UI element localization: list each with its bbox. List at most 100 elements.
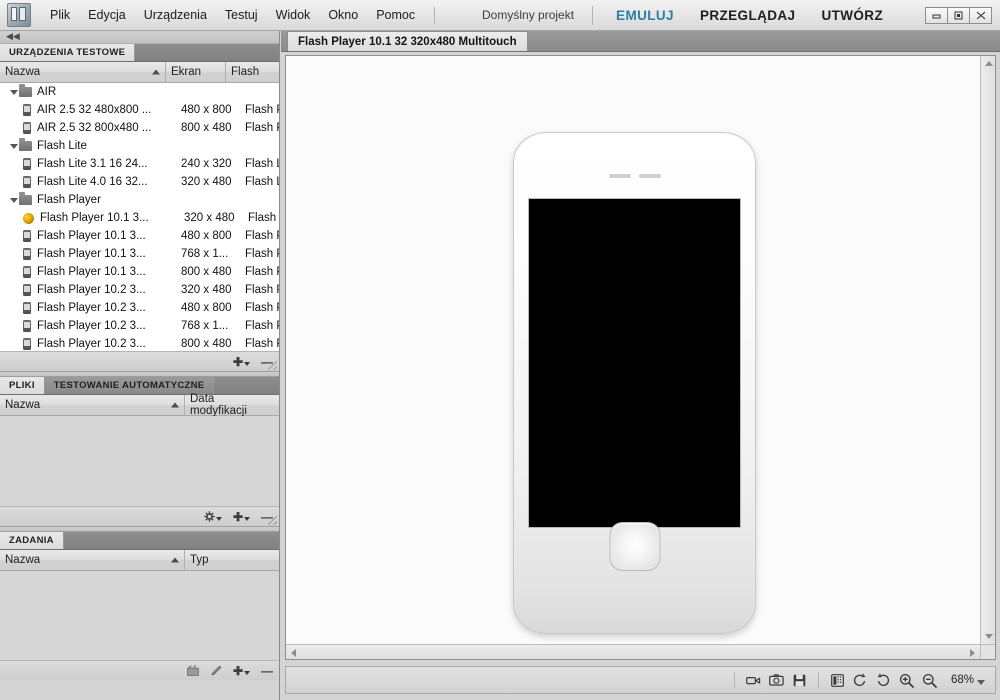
device-group-row[interactable]: Flash Lite: [0, 137, 279, 155]
scroll-right-icon[interactable]: [970, 649, 975, 657]
maximize-button[interactable]: [947, 6, 971, 24]
menu-edycja[interactable]: Edycja: [79, 4, 135, 26]
sort-ascending-icon: [171, 402, 179, 408]
device-name-cell: Flash Player 10.1 3...: [37, 266, 146, 278]
device-name-cell: Flash Lite 4.0 16 32...: [37, 176, 148, 188]
device-screen-cell: 480 x 800: [181, 302, 232, 314]
menu-plik[interactable]: Plik: [41, 4, 79, 26]
home-button[interactable]: [609, 522, 660, 571]
device-row[interactable]: Flash Lite 4.0 16 32... 320 x 480 Flash Li…: [0, 173, 279, 191]
document-tab-active[interactable]: Flash Player 10.1 32 320x480 Multitouch: [287, 31, 528, 51]
scroll-down-icon[interactable]: [985, 634, 993, 639]
tasks-list[interactable]: [0, 571, 279, 660]
device-screen[interactable]: [529, 199, 740, 527]
mode-tab-utworz[interactable]: UTWÓRZ: [808, 4, 896, 27]
devices-panel-toolbar: ✚ —: [0, 351, 279, 371]
zoom-out-button[interactable]: [920, 671, 939, 690]
column-header-nazwa-files[interactable]: Nazwa: [0, 395, 185, 415]
files-panel: PLIKI TESTOWANIE AUTOMATYCZNE Nazwa Data…: [0, 377, 279, 526]
device-row[interactable]: Flash Player 10.1 3... 768 x 1... Flash Pl…: [0, 245, 279, 263]
column-header-nazwa[interactable]: Nazwa: [0, 62, 166, 82]
mode-divider: [592, 5, 594, 25]
files-panel-toolbar: ✚ —: [0, 506, 279, 526]
column-header-nazwa-tasks[interactable]: Nazwa: [0, 550, 185, 570]
panel-resize-grip[interactable]: [268, 361, 277, 370]
menu-urzadzenia[interactable]: Urządzenia: [135, 4, 216, 26]
device-screen-cell: 768 x 1...: [181, 248, 229, 260]
device-row[interactable]: Flash Player 10.2 3... 800 x 480 Flash Pla…: [0, 335, 279, 351]
screenshot-button[interactable]: [767, 671, 786, 690]
column-label-flash: Flash: [231, 66, 260, 78]
column-label-ekran: Ekran: [171, 66, 202, 78]
device-flash-cell: Flash Play: [245, 284, 279, 296]
device-icon: [23, 104, 31, 116]
column-header-flash[interactable]: Flash: [226, 62, 279, 82]
zoom-dropdown-caret-icon[interactable]: [977, 679, 985, 685]
rotate-left-button[interactable]: [851, 671, 870, 690]
column-header-typ[interactable]: Typ: [185, 550, 279, 570]
menu-widok[interactable]: Widok: [267, 4, 320, 26]
menu-testuj[interactable]: Testuj: [216, 4, 267, 26]
scroll-left-icon[interactable]: [291, 649, 296, 657]
expand-triangle-icon[interactable]: [8, 143, 19, 149]
document-tabstrip: Flash Player 10.1 32 320x480 Multitouch: [281, 31, 1000, 52]
device-row[interactable]: AIR 2.5 32 800x480 ... 800 x 480 Flash Pla…: [0, 119, 279, 137]
tab-urzadzenia-testowe[interactable]: URZĄDZENIA TESTOWE: [0, 44, 136, 61]
menu-pomoc[interactable]: Pomoc: [367, 4, 424, 26]
device-group-row[interactable]: AIR: [0, 83, 279, 101]
column-header-data-modyfikacji[interactable]: Data modyfikacji: [185, 393, 279, 417]
device-name-cell: AIR 2.5 32 480x800 ...: [37, 104, 152, 116]
collapse-panels-strip[interactable]: ◀◀: [0, 31, 279, 44]
rotate-right-button[interactable]: [874, 671, 893, 690]
record-task-button[interactable]: [187, 665, 199, 676]
files-list[interactable]: [0, 416, 279, 506]
remove-task-button[interactable]: —: [261, 665, 273, 677]
device-row[interactable]: Flash Player 10.2 3... 768 x 1... Flash Pl…: [0, 317, 279, 335]
phone-emulator[interactable]: [513, 132, 756, 634]
device-group-row[interactable]: Flash Player: [0, 191, 279, 209]
canvas-vertical-scrollbar[interactable]: [980, 56, 995, 644]
expand-triangle-icon[interactable]: [8, 89, 19, 95]
tabstrip-filler: [135, 44, 279, 61]
mode-tab-emuluj[interactable]: EMULUJ: [603, 4, 687, 27]
device-row[interactable]: Flash Player 10.1 3... 480 x 800 Flash Pla…: [0, 227, 279, 245]
tab-pliki[interactable]: PLIKI: [0, 377, 45, 394]
device-row[interactable]: AIR 2.5 32 480x800 ... 480 x 800 Flash Pla…: [0, 101, 279, 119]
folder-icon: [19, 138, 32, 151]
record-video-button[interactable]: [744, 671, 763, 690]
tab-zadania[interactable]: ZADANIA: [0, 532, 64, 549]
settings-button[interactable]: [204, 511, 222, 522]
emulator-canvas-container: [285, 55, 996, 660]
zoom-in-button[interactable]: [897, 671, 916, 690]
files-column-header: Nazwa Data modyfikacji: [0, 393, 279, 417]
device-screen-cell: 800 x 480: [181, 122, 232, 134]
device-name-cell: Flash Player 10.1 3...: [40, 212, 149, 224]
device-row[interactable]: Flash Player 10.2 3... 320 x 480 Flash Pla…: [0, 281, 279, 299]
save-button[interactable]: [790, 671, 809, 690]
add-device-button[interactable]: ✚: [233, 356, 250, 368]
mode-tab-przegladaj[interactable]: PRZEGLĄDAJ: [687, 4, 809, 27]
close-button[interactable]: [969, 6, 993, 24]
scroll-up-icon[interactable]: [985, 61, 993, 66]
device-icon: [23, 338, 31, 350]
devices-list[interactable]: AIR AIR 2.5 32 480x800 ... 480 x 800 Flash …: [0, 83, 279, 351]
canvas-horizontal-scrollbar[interactable]: [286, 644, 980, 659]
device-row[interactable]: Flash Player 10.1 3... 800 x 480 Flash Pla…: [0, 263, 279, 281]
minimize-button[interactable]: [925, 6, 949, 24]
device-row[interactable]: Flash Player 10.2 3... 480 x 800 Flash Pla…: [0, 299, 279, 317]
add-task-button[interactable]: ✚: [233, 665, 250, 677]
menu-okno[interactable]: Okno: [319, 4, 367, 26]
tab-testowanie-automatyczne[interactable]: TESTOWANIE AUTOMATYCZNE: [44, 377, 215, 394]
device-row[interactable]: Flash Player 10.1 3... 320 x 480 Flash Pla…: [0, 209, 279, 227]
expand-triangle-icon[interactable]: [8, 197, 19, 203]
panel-resize-grip[interactable]: [268, 516, 277, 525]
add-file-button[interactable]: ✚: [233, 511, 250, 523]
device-info-button[interactable]: [828, 671, 847, 690]
edit-task-button[interactable]: [210, 665, 222, 677]
column-label-nazwa: Nazwa: [5, 66, 41, 78]
emulator-canvas[interactable]: [286, 56, 980, 644]
tasks-column-header: Nazwa Typ: [0, 550, 279, 571]
device-icon: [23, 266, 31, 278]
device-row[interactable]: Flash Lite 3.1 16 24... 240 x 320 Flash Li…: [0, 155, 279, 173]
column-header-ekran[interactable]: Ekran: [166, 62, 226, 82]
